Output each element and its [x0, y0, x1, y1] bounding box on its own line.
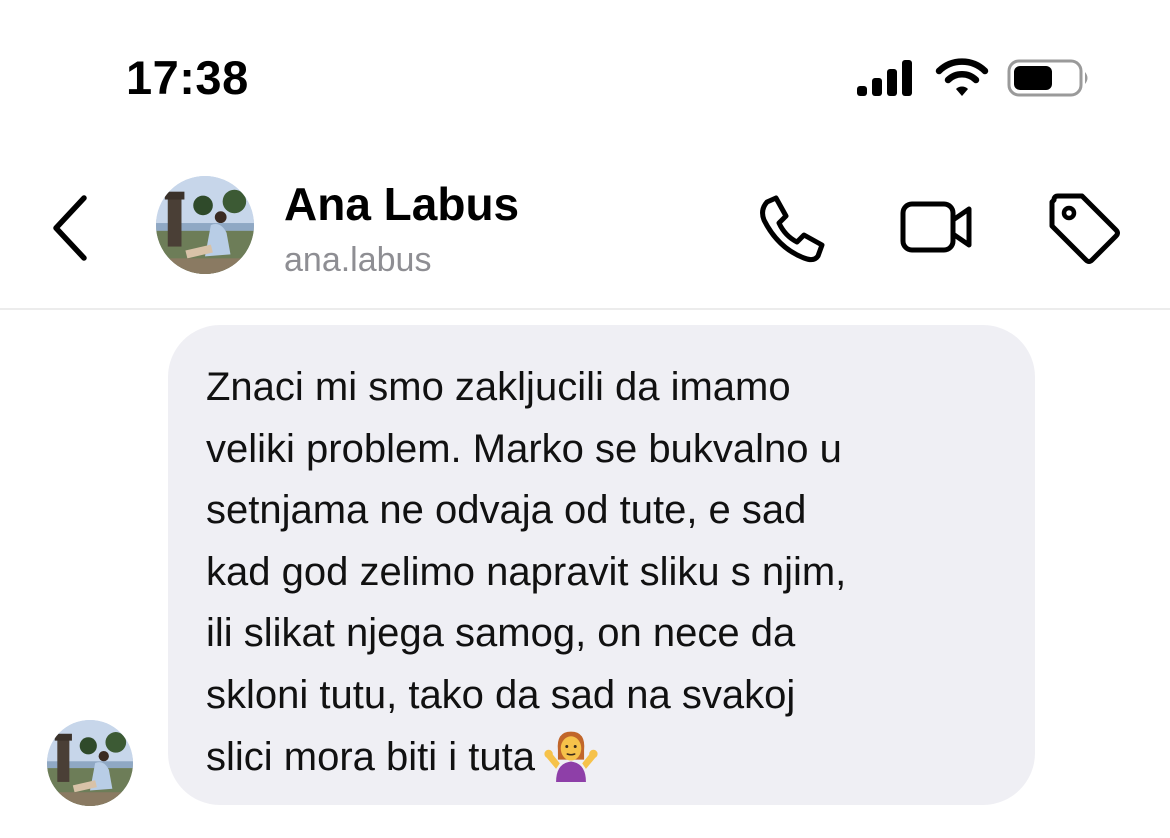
phone-icon — [760, 195, 825, 263]
battery-icon — [1007, 59, 1088, 97]
chevron-left-icon — [53, 195, 87, 261]
cellular-signal-icon — [857, 60, 912, 96]
message-text-content: Znaci mi smo zakljucili da imamo veliki … — [206, 365, 847, 779]
contact-username[interactable]: ana.labus — [284, 240, 431, 280]
video-call-button[interactable] — [896, 188, 976, 268]
audio-call-button[interactable] — [752, 188, 832, 268]
tag-button[interactable] — [1044, 188, 1124, 268]
contact-avatar[interactable] — [156, 176, 254, 274]
person-shrugging-emoji — [543, 726, 599, 782]
sender-avatar[interactable] — [47, 720, 133, 806]
status-time: 17:38 — [126, 51, 249, 104]
avatar-photo — [156, 176, 254, 274]
avatar-photo — [47, 720, 133, 806]
video-camera-icon — [900, 201, 972, 253]
message-bubble[interactable]: Znaci mi smo zakljucili da imamo veliki … — [168, 325, 1035, 805]
dm-thread-screen: 17:38 Ana Labus ana.labus Znaci mi smo z… — [0, 0, 1170, 838]
tag-icon — [1049, 193, 1120, 264]
message-text: Znaci mi smo zakljucili da imamo veliki … — [206, 357, 999, 789]
back-button[interactable] — [44, 190, 100, 266]
wifi-icon — [935, 58, 989, 96]
contact-name[interactable]: Ana Labus — [284, 178, 519, 230]
header-divider — [0, 308, 1170, 310]
